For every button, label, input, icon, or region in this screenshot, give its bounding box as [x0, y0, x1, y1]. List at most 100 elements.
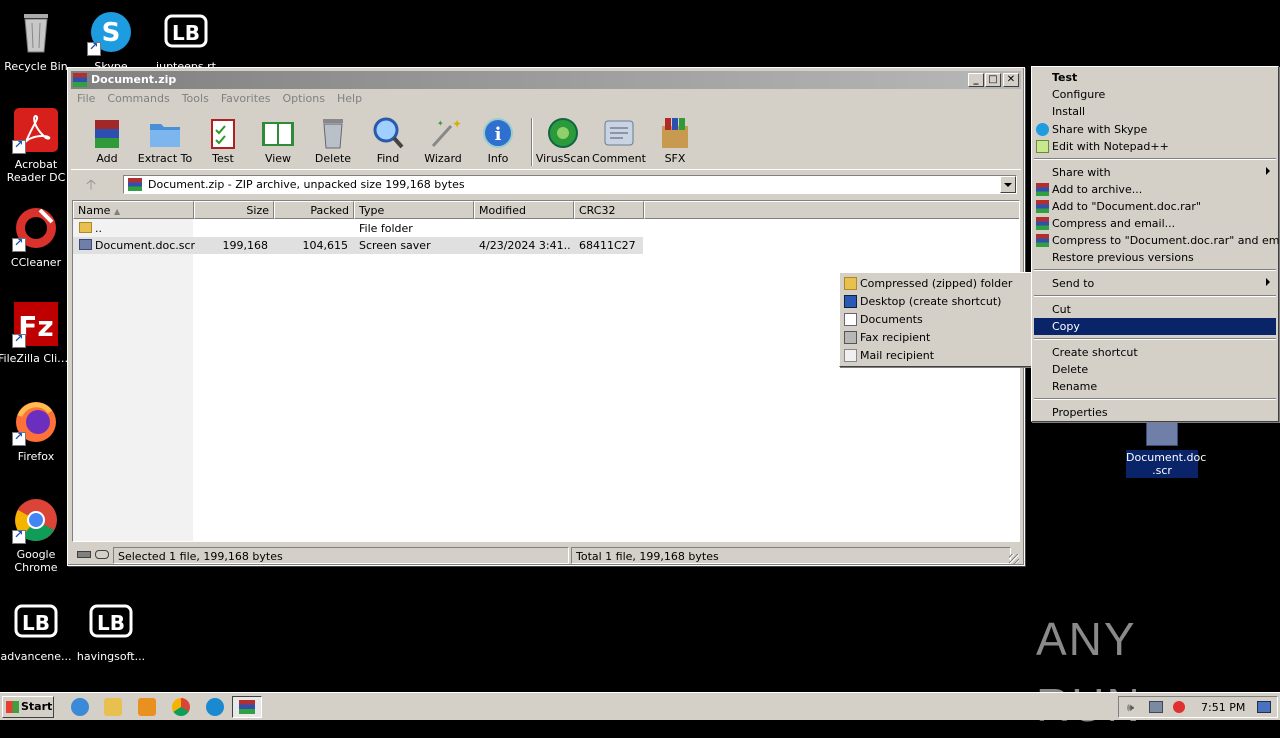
- volume-icon[interactable]: 🕪: [1127, 701, 1139, 714]
- chrome-icon: [12, 496, 60, 544]
- menu-item-send-to[interactable]: Send to: [1034, 275, 1276, 292]
- menu-item-compress-to-rar-email[interactable]: Compress to "Document.doc.rar" and email: [1034, 232, 1280, 249]
- menu-item-add-to-rar[interactable]: Add to "Document.doc.rar": [1034, 198, 1276, 215]
- menu-item-edit-notepadpp[interactable]: Edit with Notepad++: [1034, 138, 1276, 155]
- desktop-icon-label: Google Chrome: [14, 548, 58, 574]
- svg-text:LB: LB: [97, 611, 125, 635]
- column-header-type[interactable]: Type: [354, 201, 474, 219]
- desktop-icon-label: advancene...: [0, 650, 72, 663]
- desktop-icon-havingsoft[interactable]: LB havingsoft...: [73, 598, 149, 663]
- media-player-icon[interactable]: [138, 698, 156, 716]
- menu-item-compress-email[interactable]: Compress and email...: [1034, 215, 1276, 232]
- menu-item-cut[interactable]: Cut: [1034, 301, 1276, 318]
- column-label: Size: [246, 204, 269, 217]
- column-header-packed[interactable]: Packed: [274, 201, 354, 219]
- comment-button[interactable]: Comment: [589, 116, 649, 165]
- menu-item-restore-versions[interactable]: Restore previous versions: [1034, 249, 1276, 266]
- menu-file[interactable]: File: [71, 90, 101, 105]
- menu-item-properties[interactable]: Properties: [1034, 404, 1276, 421]
- desktop-file-document-scr[interactable]: Document.doc .scr: [1124, 420, 1206, 478]
- table-row[interactable]: .. File folder: [73, 220, 643, 237]
- close-button[interactable]: ✕: [1003, 73, 1019, 87]
- add-button[interactable]: Add: [77, 116, 137, 165]
- toolbar-label: VirusScan: [535, 152, 591, 165]
- column-header-name[interactable]: Name ▲: [73, 201, 194, 219]
- window-title: Document.zip: [91, 73, 177, 86]
- windows-logo-icon: [6, 701, 19, 713]
- sort-ascending-icon: ▲: [113, 207, 121, 216]
- toolbar-label: Wizard: [424, 152, 462, 165]
- cell-type: File folder: [359, 222, 413, 235]
- info-button[interactable]: i Info: [468, 116, 528, 165]
- file-list[interactable]: Name ▲ Size Packed Type Modified CRC32 .…: [72, 200, 1020, 542]
- title-bar[interactable]: Document.zip _ □ ✕: [71, 71, 1021, 89]
- menu-item-add-to-archive[interactable]: Add to archive...: [1034, 181, 1276, 198]
- column-header-crc32[interactable]: CRC32: [574, 201, 644, 219]
- resize-grip-icon[interactable]: [1009, 554, 1019, 564]
- maximize-button[interactable]: □: [985, 73, 1001, 87]
- zip-archive-icon: [128, 178, 142, 191]
- minimize-button[interactable]: _: [968, 73, 984, 87]
- desktop-icon-firefox[interactable]: Firefox: [0, 398, 74, 463]
- menu-item-compressed-folder[interactable]: Compressed (zipped) folder: [842, 275, 1029, 292]
- desktop-icon-filezilla[interactable]: Fz FileZilla Client: [0, 300, 74, 365]
- menu-item-documents[interactable]: Documents: [842, 311, 1029, 328]
- menu-item-label: Mail recipient: [860, 349, 935, 362]
- menu-item-copy[interactable]: Copy: [1034, 318, 1276, 335]
- menu-item-share-skype[interactable]: Share with Skype: [1034, 121, 1276, 138]
- explorer-folder-icon[interactable]: [104, 698, 122, 716]
- menu-tools[interactable]: Tools: [176, 90, 215, 105]
- menu-commands[interactable]: Commands: [101, 90, 175, 105]
- column-header-size[interactable]: Size: [194, 201, 274, 219]
- table-row[interactable]: Document.doc.scr 199,168 104,615 Screen …: [73, 237, 643, 254]
- menu-item-share-with[interactable]: Share with: [1034, 164, 1276, 181]
- menu-item-mail-recipient[interactable]: Mail recipient: [842, 347, 1029, 364]
- edge-icon[interactable]: [206, 698, 224, 716]
- column-header-modified[interactable]: Modified: [474, 201, 574, 219]
- menu-help[interactable]: Help: [331, 90, 368, 105]
- shortcut-arrow-icon: [12, 430, 26, 446]
- menu-item-label: Delete: [1052, 363, 1089, 376]
- winrar-taskbar-button[interactable]: [232, 696, 262, 718]
- address-field[interactable]: Document.zip - ZIP archive, unpacked siz…: [123, 175, 1017, 194]
- menu-item-delete[interactable]: Delete: [1034, 361, 1276, 378]
- menu-favorites[interactable]: Favorites: [215, 90, 277, 105]
- test-button[interactable]: Test: [193, 116, 253, 165]
- desktop-icon-acrobat[interactable]: Acrobat Reader DC: [0, 106, 74, 184]
- start-button[interactable]: Start: [2, 696, 54, 718]
- action-center-icon[interactable]: [1173, 701, 1185, 713]
- show-desktop-icon[interactable]: [1257, 701, 1271, 713]
- virusscan-button[interactable]: VirusScan: [533, 116, 593, 165]
- name-column-shade: [73, 219, 193, 541]
- desktop-icon-ccleaner[interactable]: CCleaner: [0, 204, 74, 269]
- desktop-icon-skype[interactable]: S Skype: [73, 8, 149, 73]
- view-button[interactable]: View: [248, 116, 308, 165]
- address-dropdown-button[interactable]: [1000, 176, 1016, 193]
- extract-to-button[interactable]: Extract To: [135, 116, 195, 165]
- menu-item-fax-recipient[interactable]: Fax recipient: [842, 329, 1029, 346]
- ie-icon[interactable]: [71, 698, 89, 716]
- menu-item-install[interactable]: Install: [1034, 103, 1276, 120]
- network-icon[interactable]: [1149, 701, 1163, 713]
- menu-separator: [1034, 158, 1276, 160]
- up-folder-button[interactable]: 🡡: [79, 176, 103, 194]
- screensaver-file-icon: [79, 239, 92, 250]
- delete-button[interactable]: Delete: [303, 116, 363, 165]
- wizard-button[interactable]: ✦ ✦ Wizard: [413, 116, 473, 165]
- menu-options[interactable]: Options: [277, 90, 331, 105]
- sfx-button[interactable]: SFX: [645, 116, 705, 165]
- chrome-icon[interactable]: [172, 698, 190, 716]
- desktop-icon-recycle-bin[interactable]: Recycle Bin: [0, 8, 74, 73]
- menu-item-create-shortcut[interactable]: Create shortcut: [1034, 344, 1276, 361]
- clock[interactable]: 7:51 PM: [1201, 701, 1245, 714]
- desktop-icon-advancene[interactable]: LB advancene...: [0, 598, 74, 663]
- column-label: Modified: [479, 204, 526, 217]
- menu-item-label: Edit with Notepad++: [1052, 140, 1169, 153]
- desktop-icon-chrome[interactable]: Google Chrome: [0, 496, 74, 574]
- menu-item-desktop-shortcut[interactable]: Desktop (create shortcut): [842, 293, 1029, 310]
- menu-item-test[interactable]: Test: [1034, 69, 1276, 86]
- menu-item-rename[interactable]: Rename: [1034, 378, 1276, 395]
- find-button[interactable]: Find: [358, 116, 418, 165]
- menu-item-configure[interactable]: Configure: [1034, 86, 1276, 103]
- desktop-icon-iupteeps[interactable]: LB iupteeps.rt: [148, 8, 224, 73]
